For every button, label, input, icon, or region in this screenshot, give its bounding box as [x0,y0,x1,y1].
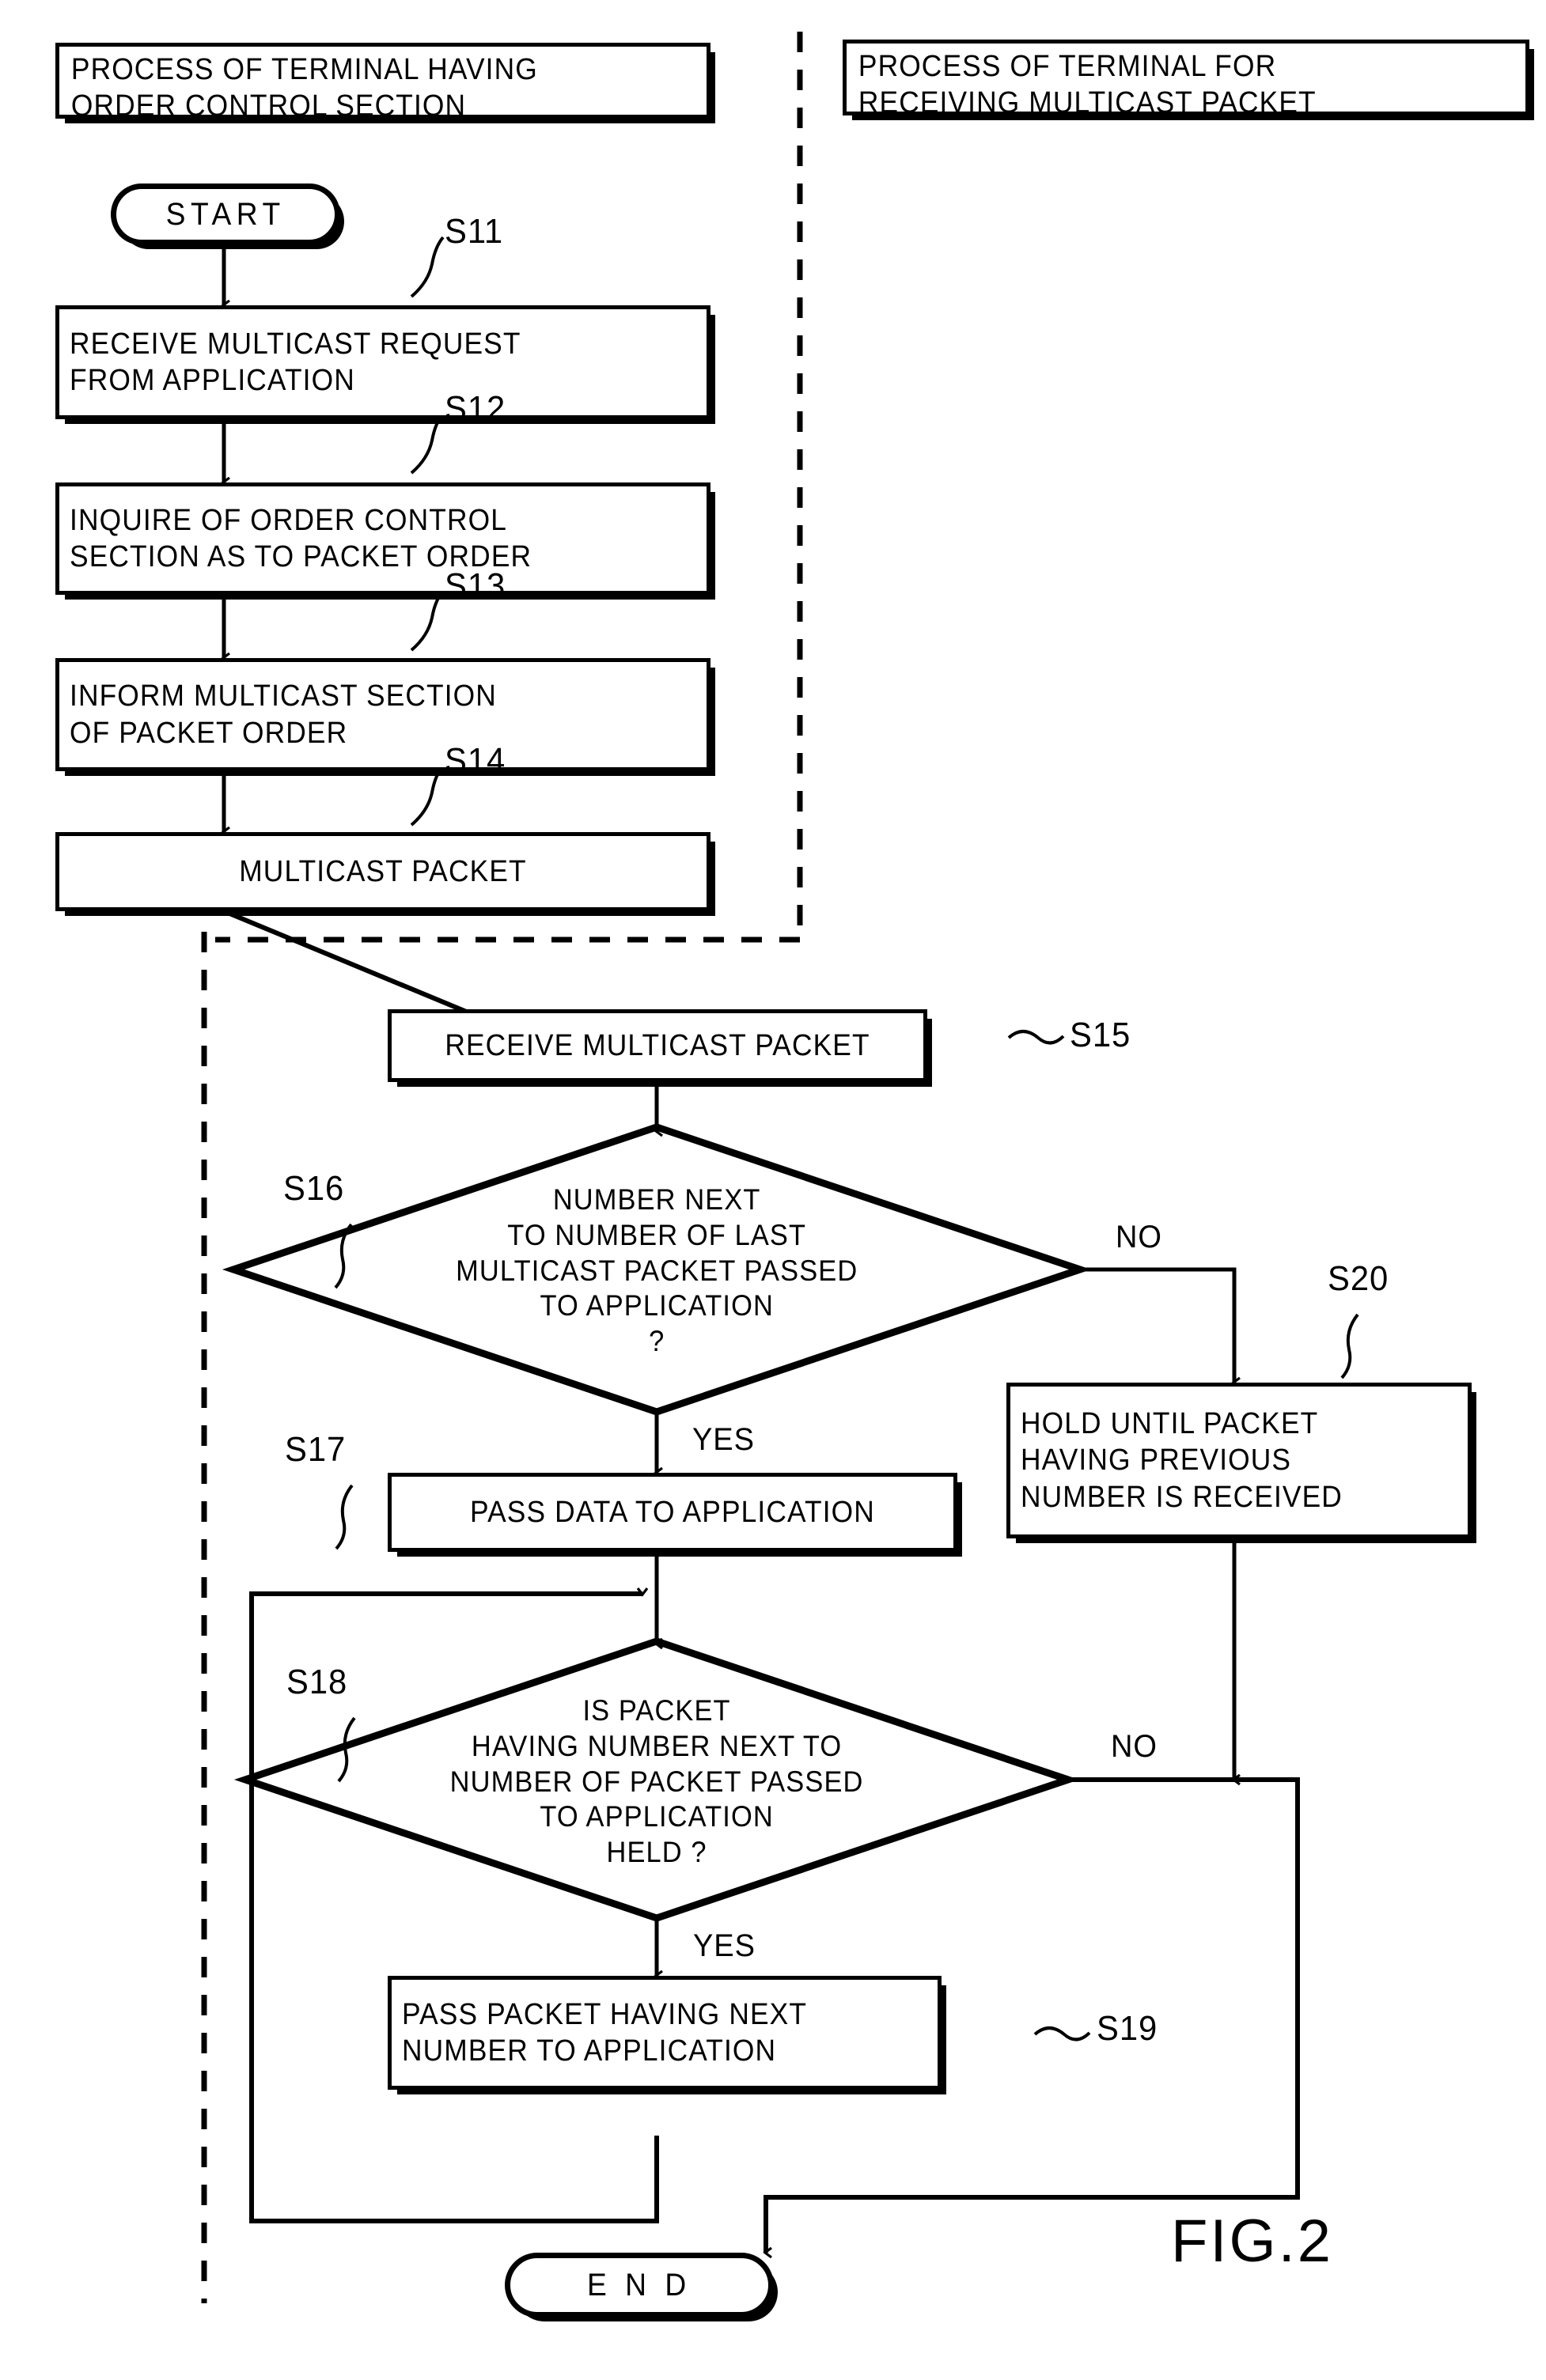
process-s13: INFORM MULTICAST SECTION OF PACKET ORDER [55,658,710,771]
process-s20: HOLD UNTIL PACKET HAVING PREVIOUS NUMBER… [1006,1383,1472,1538]
branch-label-s16-no: NO [1116,1220,1162,1254]
lane-title-right: PROCESS OF TERMINAL FOR RECEIVING MULTIC… [843,40,1529,119]
figure-label: FIG.2 [1171,2208,1334,2275]
step-label-s18: S18 [286,1663,348,1701]
leader-s19 [1033,2026,1091,2041]
process-s11-text: RECEIVE MULTICAST REQUEST FROM APPLICATI… [70,327,521,397]
lane-title-right-text: PROCESS OF TERMINAL FOR RECEIVING MULTIC… [858,50,1317,120]
process-s11: RECEIVE MULTICAST REQUEST FROM APPLICATI… [55,305,710,419]
leader-s15 [1007,1030,1065,1045]
terminator-end-text: E N D [587,2267,692,2302]
process-s20-text: HOLD UNTIL PACKET HAVING PREVIOUS NUMBER… [1021,1406,1343,1514]
step-label-s14: S14 [445,741,506,780]
process-s15-text: RECEIVE MULTICAST PACKET [445,1028,870,1062]
leader-s20 [1340,1313,1359,1379]
terminator-start: START [111,184,340,245]
process-s17: PASS DATA TO APPLICATION [388,1473,957,1552]
lane-title-left: PROCESS OF TERMINAL HAVING ORDER CONTROL… [55,43,710,123]
branch-label-s16-yes: YES [692,1422,755,1457]
step-label-s13: S13 [445,566,506,605]
step-label-s19: S19 [1097,2009,1158,2048]
step-label-s16: S16 [283,1169,345,1208]
decision-shape-s16 [222,1123,1092,1416]
edge-s16-no-s20 [1080,1267,1234,1383]
leader-s12 [410,412,445,475]
process-s19: PASS PACKET HAVING NEXT NUMBER TO APPLIC… [388,1976,942,2090]
leader-s17 [335,1484,354,1550]
branch-label-s18-no: NO [1111,1729,1158,1764]
step-label-s15: S15 [1070,1016,1131,1054]
process-s14: MULTICAST PACKET [55,832,710,911]
process-s15: RECEIVE MULTICAST PACKET [388,1009,927,1082]
process-s12-text: INQUIRE OF ORDER CONTROL SECTION AS TO P… [70,503,532,573]
step-label-s12: S12 [445,389,506,428]
step-label-s20: S20 [1328,1259,1389,1298]
terminator-end: E N D [505,2253,774,2318]
lane-title-left-text: PROCESS OF TERMINAL HAVING ORDER CONTROL… [70,53,538,123]
figure-canvas: PROCESS OF TERMINAL HAVING ORDER CONTROL… [0,0,1546,2380]
step-label-s17: S17 [285,1430,347,1469]
process-s14-text: MULTICAST PACKET [239,854,527,888]
leader-s13 [410,589,445,652]
process-s13-text: INFORM MULTICAST SECTION OF PACKET ORDER [70,679,497,750]
decision-shape-s18 [233,1637,1080,1922]
process-s19-text: PASS PACKET HAVING NEXT NUMBER TO APPLIC… [402,1997,808,2068]
process-s17-text: PASS DATA TO APPLICATION [470,1495,875,1529]
leader-s14 [410,764,445,827]
branch-label-s18-yes: YES [693,1928,756,1963]
step-label-s11: S11 [445,212,504,251]
leader-s11 [410,236,445,298]
process-s12: INQUIRE OF ORDER CONTROL SECTION AS TO P… [55,482,710,595]
terminator-start-text: START [165,196,286,232]
